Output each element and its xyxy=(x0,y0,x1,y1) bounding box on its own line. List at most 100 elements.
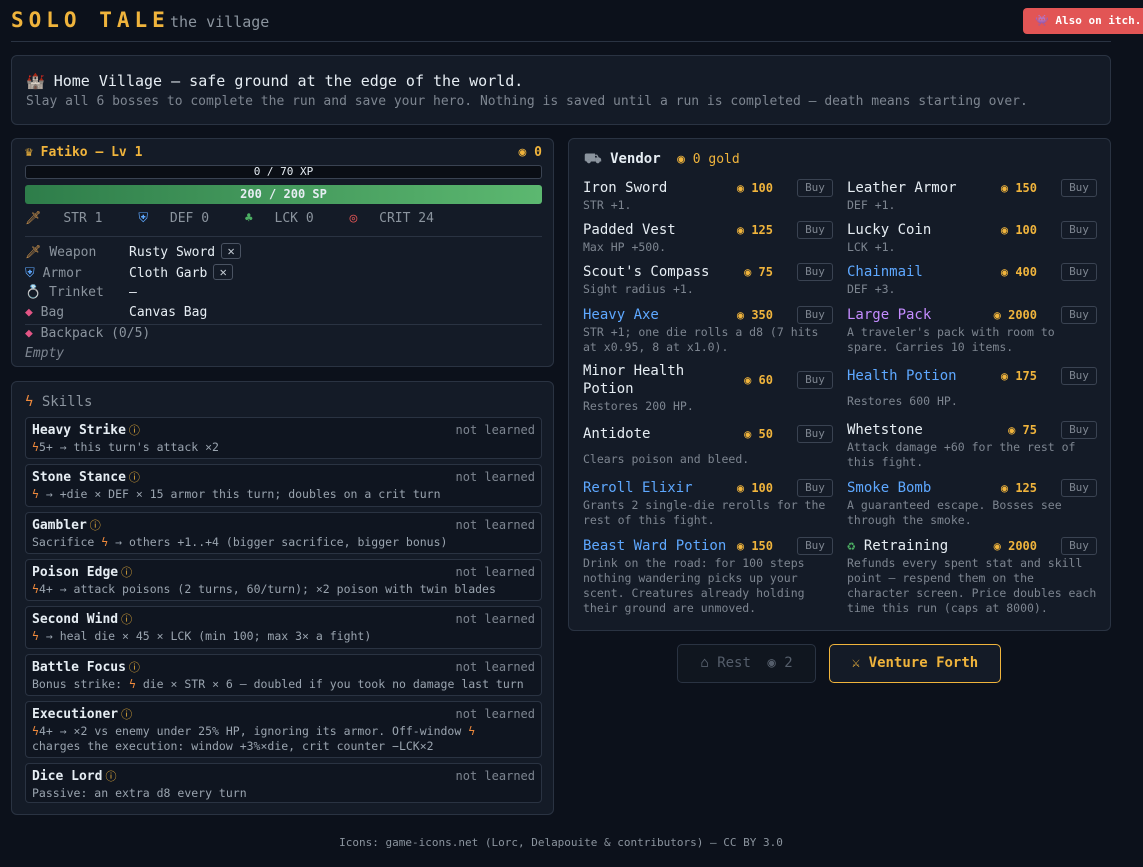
skill-state: not learned xyxy=(455,612,535,626)
buy-button[interactable]: Buy xyxy=(797,263,833,281)
item-name: Reroll Elixir xyxy=(583,480,693,496)
item-desc: LCK +1. xyxy=(847,240,896,254)
sp-bar: 200 / 200 SP xyxy=(25,185,542,204)
game-logo: SOLO TALE xyxy=(11,8,170,32)
divider xyxy=(25,324,542,325)
item-name: Whetstone xyxy=(847,422,923,438)
buy-button[interactable]: Buy xyxy=(1061,221,1097,239)
unequip-armor-button[interactable]: ✕ xyxy=(213,264,234,280)
buy-button[interactable]: Buy xyxy=(797,479,833,497)
buy-button[interactable]: Buy xyxy=(1061,306,1097,324)
skill-card[interactable]: Poison Edge ⓘ not learned ϟ4+ → attack po… xyxy=(25,559,542,601)
skill-card[interactable]: Gambler ⓘ not learned Sacrifice ϟ → other… xyxy=(25,512,542,554)
skill-desc-b: charges the execution: window +3%×die, c… xyxy=(32,739,434,753)
info-icon[interactable]: ⓘ xyxy=(121,613,132,626)
buy-button[interactable]: Buy xyxy=(1061,179,1097,197)
buy-button[interactable]: Buy xyxy=(797,179,833,197)
gold-icon: ◉ xyxy=(1008,423,1016,437)
info-icon[interactable]: ⓘ xyxy=(121,566,132,579)
item-desc: Clears poison and bleed. xyxy=(583,452,750,466)
info-icon[interactable]: ⓘ xyxy=(129,661,140,674)
buy-button[interactable]: Buy xyxy=(797,371,833,389)
gold-icon: ◉ xyxy=(1000,369,1009,383)
gold-icon: ◉ xyxy=(1000,265,1009,279)
skill-desc: 4+ → attack poisons (2 turns, 60/turn); … xyxy=(38,582,496,596)
skill-name: Dice Lord xyxy=(32,769,103,784)
item-name: Large Pack xyxy=(847,307,932,323)
skill-card[interactable]: Dice Lord ⓘ not learned Passive: an extra… xyxy=(25,763,542,803)
info-icon[interactable]: ⓘ xyxy=(90,519,101,532)
item-price: 100 xyxy=(1015,223,1037,237)
backpack-empty: Empty xyxy=(25,346,65,361)
gold-icon: ◉ xyxy=(744,265,752,279)
venture-forth-label: Venture Forth xyxy=(868,655,979,671)
item-name: Beast Ward Potion xyxy=(583,538,727,554)
vendor-item: Health Potion ◉ 175 Buy Restores 600 HP. xyxy=(847,367,1097,409)
item-price: 125 xyxy=(751,223,773,237)
item-price: 175 xyxy=(1015,369,1037,383)
item-name: Health Potion xyxy=(847,368,957,384)
skill-card[interactable]: Heavy Strike ⓘ not learned ϟ5+ → this tur… xyxy=(25,417,542,459)
itch-label: Also on itch. xyxy=(1055,14,1142,27)
equip-weapon: 🗡 Weapon Rusty Sword ✕ xyxy=(25,243,242,260)
item-price: 125 xyxy=(1015,481,1037,495)
buy-button[interactable]: Buy xyxy=(797,425,833,443)
itch-icon: 👾 xyxy=(1035,14,1049,27)
buy-button[interactable]: Buy xyxy=(1061,263,1097,281)
equip-weapon-label: Weapon xyxy=(49,245,97,260)
gold-icon: ◉ xyxy=(1000,223,1009,237)
skill-desc-a: 4+ → ×2 vs enemy under 25% HP, ignoring … xyxy=(38,724,462,738)
item-name: Iron Sword xyxy=(583,180,668,196)
item-desc: STR +1; one die rolls a d8 (7 hits at x0… xyxy=(583,325,819,354)
skill-card[interactable]: Second Wind ⓘ not learned ϟ → heal die × … xyxy=(25,606,542,649)
gold-icon: ◉ xyxy=(736,308,745,322)
buy-button[interactable]: Buy xyxy=(797,537,833,555)
lightning-icon: ϟ xyxy=(101,535,109,549)
buy-button[interactable]: Buy xyxy=(1061,479,1097,497)
item-desc: A traveler's pack with room to spare. Ca… xyxy=(847,325,1055,354)
gold-icon: ◉ xyxy=(744,373,752,387)
info-icon[interactable]: ⓘ xyxy=(121,708,132,721)
skill-card[interactable]: Executioner ⓘ not learned ϟ4+ → ×2 vs ene… xyxy=(25,701,542,758)
intro-title: Home Village — safe ground at the edge o… xyxy=(53,72,524,90)
item-desc: A guaranteed escape. Bosses see through … xyxy=(847,498,1062,527)
item-name: Chainmail xyxy=(847,264,923,280)
item-name: Antidote xyxy=(583,426,651,442)
sword-icon: 🗡 xyxy=(25,211,42,226)
venture-forth-button[interactable]: ⚔ Venture Forth xyxy=(829,644,1001,683)
character-panel: ♛ Fatiko — Lv 1 ◉ 0 0 / 70 XP 200 / 200 … xyxy=(11,138,554,367)
gold-icon: ◉ xyxy=(677,152,685,167)
buy-button[interactable]: Buy xyxy=(1061,367,1097,385)
skill-name: Stone Stance xyxy=(32,470,126,485)
sword-icon: 🗡 xyxy=(25,245,42,260)
info-icon[interactable]: ⓘ xyxy=(105,770,116,783)
gold-icon: ◉ xyxy=(518,145,527,160)
page-subtitle: the village xyxy=(170,13,270,31)
skill-card[interactable]: Battle Focus ⓘ not learned Bonus strike: … xyxy=(25,654,542,696)
lightning-icon: ϟ xyxy=(32,440,39,454)
skill-state: not learned xyxy=(455,660,535,674)
intro-panel: 🏰 Home Village — safe ground at the edge… xyxy=(11,55,1111,125)
skill-card[interactable]: Stone Stance ⓘ not learned ϟ → +die × DEF… xyxy=(25,464,542,507)
rest-button[interactable]: ⌂ Rest ◉ 2 xyxy=(677,644,816,683)
crossed-swords-icon: ⚔ xyxy=(851,655,861,671)
skill-state: not learned xyxy=(455,707,535,721)
gold-icon: ◉ xyxy=(767,655,776,671)
equip-trinket-label: Trinket xyxy=(49,285,104,300)
info-icon[interactable]: ⓘ xyxy=(129,471,140,484)
backpack-label: Backpack (0/5) xyxy=(40,326,151,341)
buy-button[interactable]: Buy xyxy=(797,306,833,324)
stat-str: STR 1 xyxy=(63,211,103,226)
itch-link[interactable]: 👾 Also on itch. xyxy=(1023,8,1143,34)
hero-icon: ♛ xyxy=(25,145,33,160)
character-gold: 0 xyxy=(534,145,542,160)
buy-button[interactable]: Buy xyxy=(1061,537,1097,555)
skills-panel: ϟ Skills Heavy Strike ⓘ not learned ϟ5+ →… xyxy=(11,381,554,815)
item-name: Smoke Bomb xyxy=(847,480,932,496)
buy-button[interactable]: Buy xyxy=(797,221,833,239)
item-name: Padded Vest xyxy=(583,222,676,238)
unequip-weapon-button[interactable]: ✕ xyxy=(221,243,242,259)
equip-bag-value: Canvas Bag xyxy=(129,305,208,320)
info-icon[interactable]: ⓘ xyxy=(129,424,140,437)
buy-button[interactable]: Buy xyxy=(1061,421,1097,439)
